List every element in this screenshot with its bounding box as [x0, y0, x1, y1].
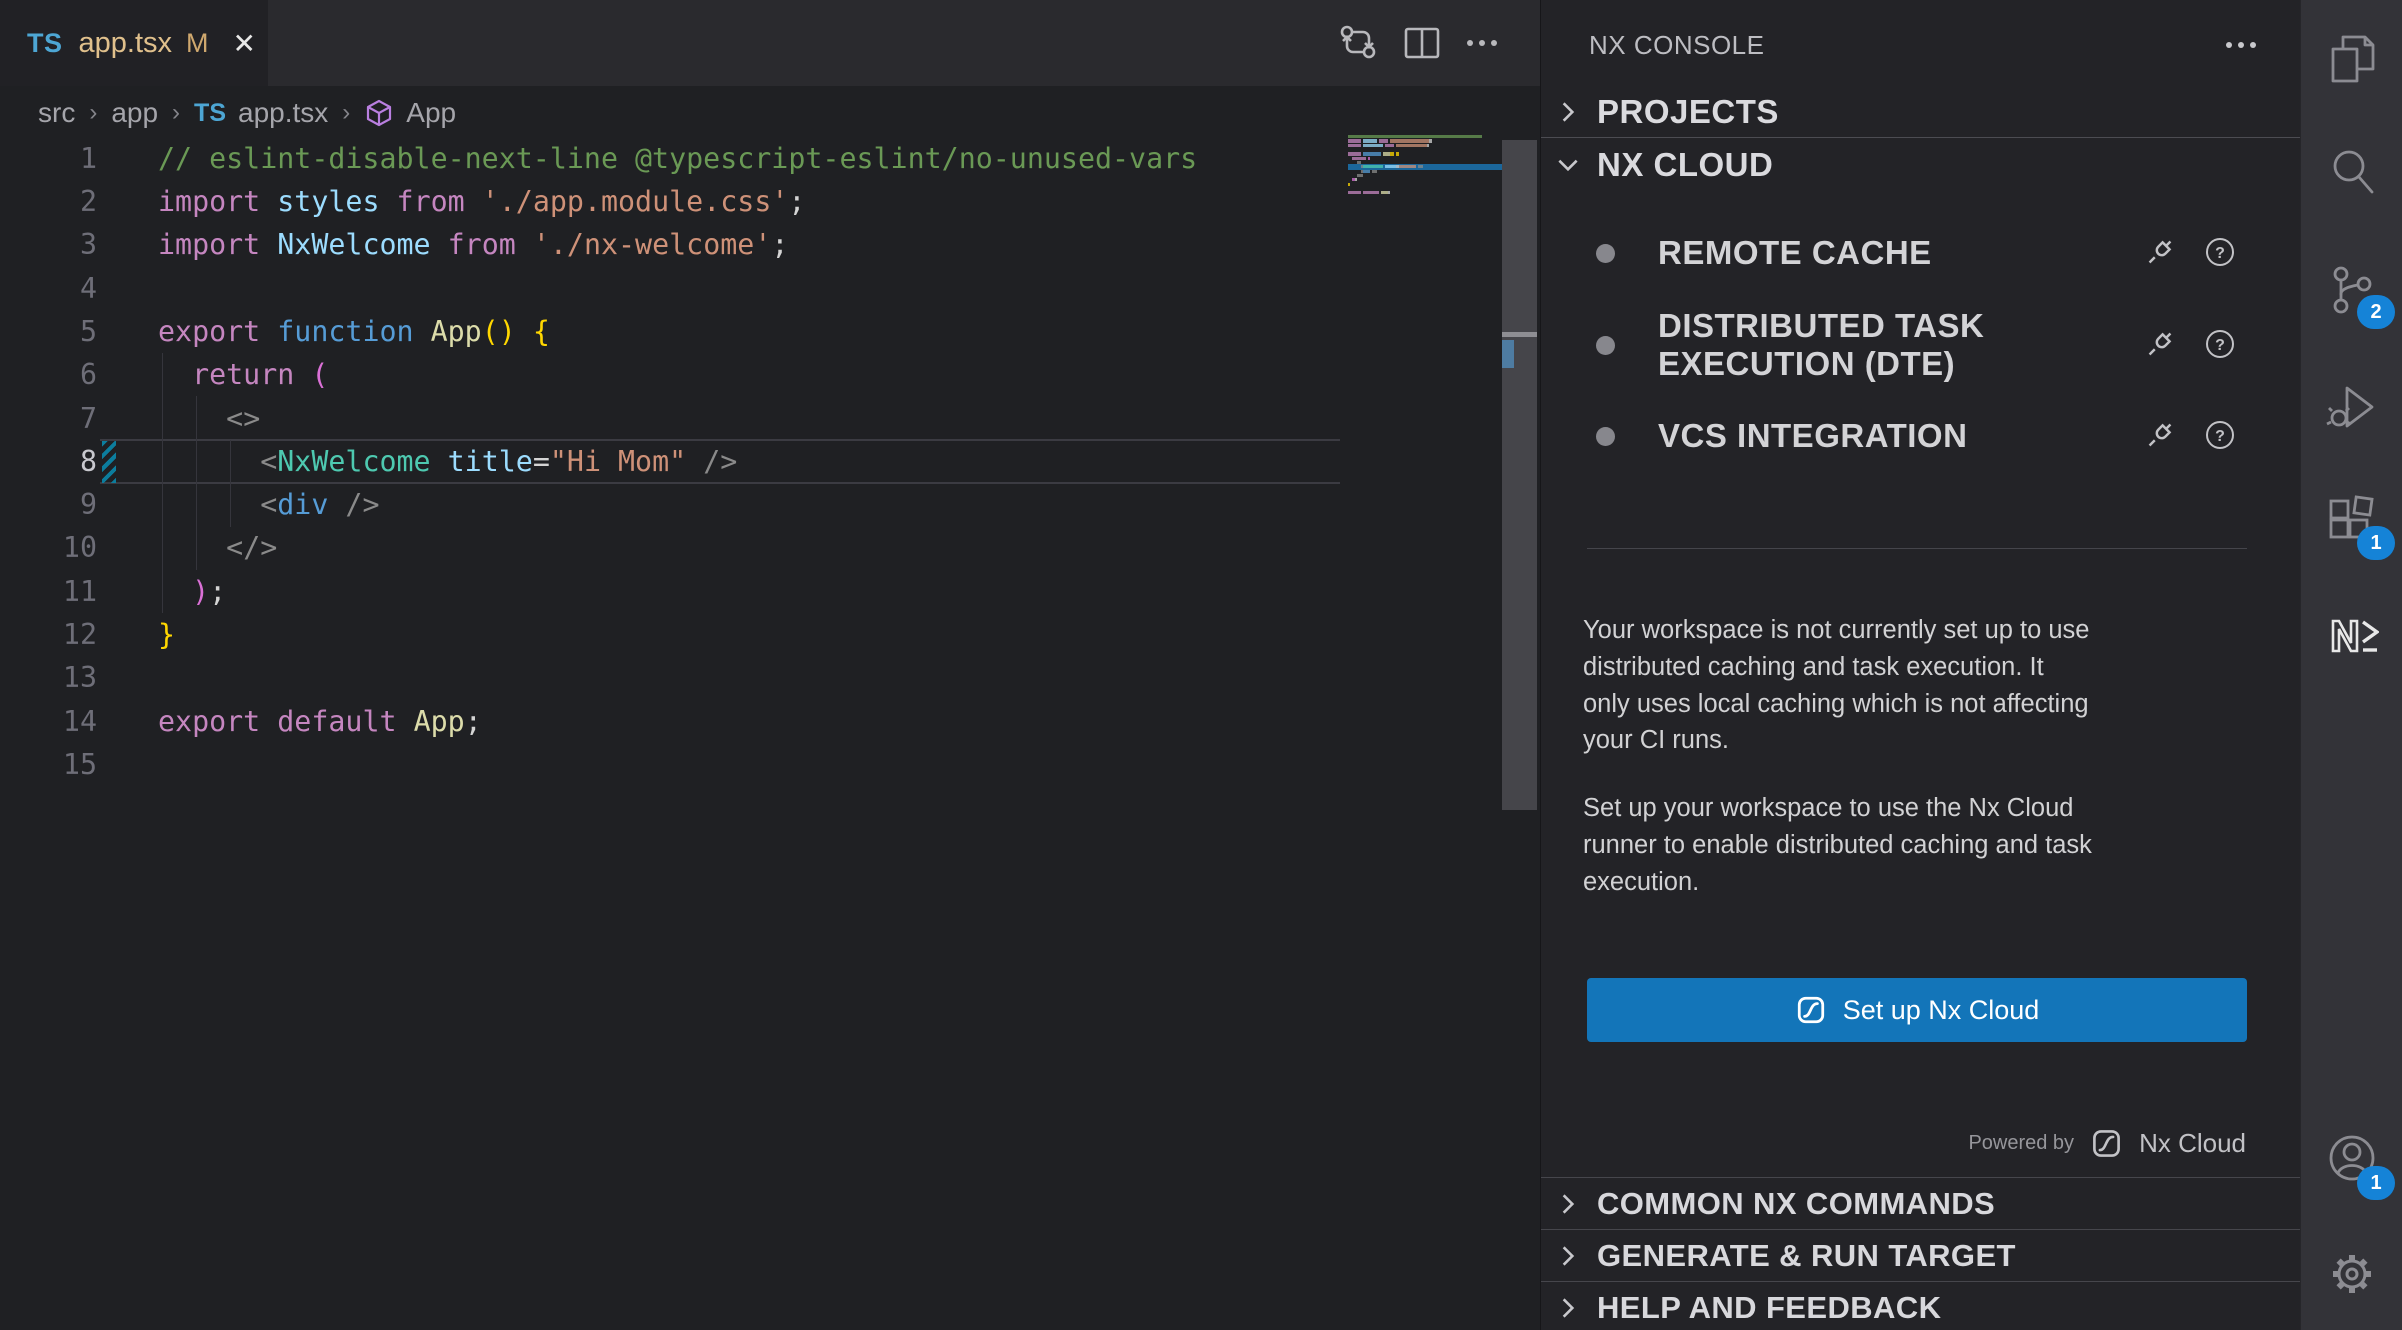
panel-title: NX CONSOLE — [1589, 30, 1765, 61]
more-actions-icon[interactable] — [2221, 26, 2261, 66]
settings-gear-icon[interactable] — [2325, 1247, 2379, 1301]
nx-console-icon[interactable] — [2325, 609, 2379, 663]
code-line[interactable]: 11 ); — [0, 570, 1348, 614]
code-line-text: import NxWelcome from './nx-welcome'; — [158, 223, 788, 266]
item-vcs-integration: VCS INTEGRATION ? — [1541, 396, 2300, 476]
line-number: 4 — [0, 267, 97, 310]
activity-bar: 2 1 1 — [2300, 0, 2402, 1330]
line-number: 10 — [0, 526, 97, 569]
help-icon[interactable]: ? — [2204, 236, 2236, 268]
line-number: 15 — [0, 743, 97, 786]
code-line-text: // eslint-disable-next-line @typescript-… — [158, 137, 1197, 180]
line-number: 7 — [0, 397, 97, 440]
code-line-text: import styles from './app.module.css'; — [158, 180, 805, 223]
setup-nx-cloud-button[interactable]: Set up Nx Cloud — [1587, 978, 2247, 1042]
line-number: 13 — [0, 656, 97, 699]
line-number: 5 — [0, 310, 97, 353]
code-line[interactable]: 6 return ( — [0, 353, 1348, 397]
code-line-text: export default App; — [158, 700, 482, 743]
code-line-text: </> — [158, 526, 277, 569]
code-line[interactable]: 13 — [0, 656, 1348, 700]
code-line-text: } — [158, 613, 175, 656]
divider — [1587, 548, 2247, 549]
code-line[interactable]: 1 // eslint-disable-next-line @typescript… — [0, 137, 1348, 181]
minimap[interactable] — [1348, 135, 1502, 215]
panel-header: NX CONSOLE — [1541, 0, 2300, 86]
code-line[interactable]: 7 <> — [0, 397, 1348, 441]
code-line[interactable]: 5 export function App() { — [0, 310, 1348, 354]
code-line[interactable]: 14 export default App; — [0, 700, 1348, 744]
code-line[interactable]: 10 </> — [0, 526, 1348, 570]
section-common-nx-commands[interactable]: COMMON NX COMMANDS — [1541, 1177, 2300, 1229]
code-line[interactable]: 3 import NxWelcome from './nx-welcome'; — [0, 223, 1348, 267]
line-number: 11 — [0, 570, 97, 613]
code-line-text: <div /> — [158, 483, 380, 526]
code-line[interactable]: 4 — [0, 267, 1348, 311]
item-remote-cache: REMOTE CACHE ? — [1541, 210, 2300, 296]
chevron-right-icon — [1555, 1295, 1581, 1321]
status-dot-icon — [1596, 427, 1615, 446]
overview-ruler-modified — [1502, 340, 1514, 368]
code-editor[interactable]: 1 // eslint-disable-next-line @typescript… — [0, 0, 1540, 1330]
chevron-right-icon — [1555, 1243, 1581, 1269]
help-icon[interactable]: ? — [2204, 328, 2236, 360]
help-glyph: ? — [2215, 337, 2225, 354]
chevron-right-icon — [1555, 1191, 1581, 1217]
code-line[interactable]: 2 import styles from './app.module.css'; — [0, 180, 1348, 224]
line-number: 9 — [0, 483, 97, 526]
line-number: 3 — [0, 223, 97, 266]
help-glyph: ? — [2215, 428, 2225, 445]
code-line[interactable]: 8 <NxWelcome title="Hi Mom" /> — [0, 440, 1348, 484]
nx-cloud-brand: Nx Cloud — [2139, 1128, 2246, 1159]
code-line-text: ); — [158, 570, 226, 613]
line-number: 6 — [0, 353, 97, 396]
line-number: 14 — [0, 700, 97, 743]
item-dte: DISTRIBUTED TASK EXECUTION (DTE) ? — [1541, 296, 2300, 396]
line-number: 1 — [0, 137, 97, 180]
status-dot-icon — [1596, 336, 1615, 355]
connect-icon[interactable] — [2144, 328, 2176, 360]
source-control-badge: 2 — [2357, 295, 2395, 329]
run-and-debug-icon[interactable] — [2325, 380, 2379, 434]
status-dot-icon — [1596, 244, 1615, 263]
section-generate-run-target[interactable]: GENERATE & RUN TARGET — [1541, 1229, 2300, 1281]
code-line-text: <> — [158, 397, 260, 440]
line-number: 8 — [0, 440, 97, 483]
chevron-down-icon — [1555, 152, 1581, 178]
code-line[interactable]: 15 — [0, 743, 1348, 787]
powered-by: Powered by Nx Cloud — [1968, 1122, 2246, 1164]
nx-console-panel: NX CONSOLE PROJECTS NX CLOUD REMOTE CACH… — [1540, 0, 2300, 1330]
chevron-right-icon — [1555, 99, 1581, 125]
code-line-text: export function App() { — [158, 310, 550, 353]
search-icon[interactable] — [2325, 145, 2379, 199]
line-number: 12 — [0, 613, 97, 656]
overview-ruler-cursor — [1502, 332, 1537, 337]
divider — [1541, 137, 2301, 138]
section-nx-cloud[interactable]: NX CLOUD — [1541, 140, 2300, 190]
nx-cloud-icon — [2090, 1127, 2123, 1160]
code-line-text: <NxWelcome title="Hi Mom" /> — [158, 440, 737, 483]
scrollbar-thumb[interactable] — [1502, 140, 1537, 810]
workspace-status-text: Your workspace is not currently set up t… — [1583, 612, 2263, 759]
code-line[interactable]: 12} — [0, 613, 1348, 657]
code-line[interactable]: 9 <div /> — [0, 483, 1348, 527]
connect-icon[interactable] — [2144, 236, 2176, 268]
line-number: 2 — [0, 180, 97, 223]
help-glyph: ? — [2215, 245, 2225, 262]
explorer-icon[interactable] — [2325, 33, 2379, 87]
section-projects[interactable]: PROJECTS — [1541, 88, 2300, 136]
help-icon[interactable]: ? — [2204, 419, 2236, 451]
code-line-text: return ( — [158, 353, 328, 396]
extensions-badge: 1 — [2357, 526, 2395, 560]
setup-instruction-text: Set up your workspace to use the Nx Clou… — [1583, 790, 2263, 900]
account-badge: 1 — [2357, 1166, 2395, 1200]
section-help-and-feedback[interactable]: HELP AND FEEDBACK — [1541, 1281, 2300, 1330]
connect-icon[interactable] — [2144, 419, 2176, 451]
vscode-window: TS app.tsx M ✕ src › app › TS app.tsx › … — [0, 0, 2402, 1330]
nx-cloud-icon — [1795, 994, 1827, 1026]
